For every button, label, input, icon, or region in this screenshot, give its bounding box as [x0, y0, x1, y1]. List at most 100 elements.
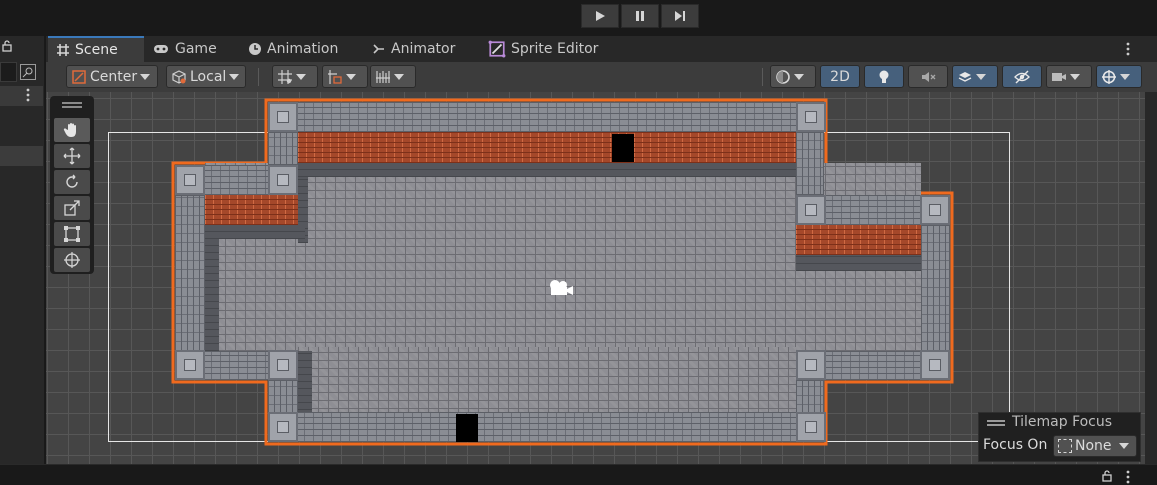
scene-view[interactable] [46, 92, 1145, 464]
gizmos-icon [1102, 69, 1116, 84]
effects-dropdown[interactable] [952, 65, 998, 88]
wall-corner [268, 165, 298, 195]
wall-corner [796, 102, 826, 132]
brick-wall [205, 195, 298, 225]
wall-shadow [796, 255, 922, 271]
toggle-2d-label: 2D [830, 68, 850, 85]
chevron-down-icon [976, 73, 986, 80]
animator-icon [373, 44, 384, 54]
toolbar-separator [762, 68, 763, 86]
wall-corner [920, 350, 950, 380]
wall-corner [796, 412, 826, 442]
gizmos-dropdown[interactable] [1096, 65, 1142, 88]
tab-label: Game [175, 41, 217, 57]
stone-wall-left [175, 195, 205, 351]
increment-snap-dropdown[interactable] [322, 65, 368, 88]
wall-corner [175, 350, 205, 380]
tab-animation[interactable]: Animation [240, 36, 348, 62]
grid-snap-dropdown[interactable] [272, 65, 318, 88]
toggle-2d-button[interactable]: 2D [820, 65, 860, 88]
stone-wall-bottom [268, 412, 824, 442]
move-tool-button[interactable] [54, 144, 90, 168]
move-arrows-icon [63, 147, 81, 165]
rotate-tool-button[interactable] [54, 170, 90, 194]
lock-icon[interactable] [2, 40, 12, 52]
tab-menu-icon[interactable] [1126, 42, 1130, 56]
wall-shadow [298, 163, 796, 177]
play-icon [596, 11, 605, 21]
selection-rect-icon [1058, 439, 1072, 453]
stone-wall [796, 132, 824, 195]
tab-label: Animator [391, 41, 456, 57]
layers-icon [958, 71, 972, 82]
grid-icon [57, 44, 69, 56]
increment-snap-icon [328, 69, 342, 84]
pause-button[interactable] [621, 4, 659, 28]
rect-tool-button[interactable] [54, 222, 90, 246]
editor-tab-bar: Scene Game Animation Animator Sprite Edi… [46, 36, 1157, 63]
hierarchy-panel [0, 36, 45, 464]
camera-gizmo-icon[interactable] [546, 278, 574, 298]
door-opening-top [612, 134, 634, 162]
chevron-down-icon [1118, 443, 1129, 449]
pivot-icon [72, 69, 86, 84]
tab-label: Sprite Editor [511, 41, 599, 57]
scale-tool-button[interactable] [54, 196, 90, 220]
chevron-down-icon [296, 73, 306, 80]
chevron-down-icon [1070, 73, 1080, 80]
tab-game[interactable]: Game [144, 36, 226, 62]
step-icon [675, 11, 685, 21]
view-tool-button[interactable] [54, 118, 90, 142]
hierarchy-row-selected[interactable] [0, 146, 43, 166]
drag-handle[interactable] [62, 102, 82, 104]
scene-visibility-icon[interactable] [20, 64, 36, 80]
drag-handle[interactable] [987, 420, 1005, 422]
lock-icon[interactable] [1102, 470, 1112, 482]
ruler-icon [376, 70, 390, 83]
focus-value: None [1075, 438, 1112, 454]
audio-toggle[interactable] [908, 65, 948, 88]
tilemap-focus-overlay: Tilemap Focus Focus On None [978, 412, 1141, 462]
pivot-space-dropdown[interactable]: Local [166, 65, 246, 88]
camera-icon [1052, 72, 1066, 81]
stone-wall [268, 132, 298, 165]
focus-on-label: Focus On [983, 437, 1048, 453]
tab-scene[interactable]: Scene [48, 36, 144, 62]
more-options-icon[interactable] [26, 88, 30, 102]
hierarchy-row[interactable] [0, 86, 43, 106]
draw-mode-dropdown[interactable] [770, 65, 816, 88]
tab-animator[interactable]: Animator [364, 36, 464, 62]
audio-mute-icon [922, 71, 936, 82]
wall-shadow [205, 225, 219, 351]
lighting-toggle[interactable] [864, 65, 904, 88]
transform-all-icon [64, 252, 80, 268]
stone-wall [268, 380, 298, 414]
tab-sprite-editor[interactable]: Sprite Editor [480, 36, 610, 62]
focus-on-dropdown[interactable]: None [1053, 435, 1137, 457]
search-field[interactable] [0, 62, 17, 82]
hand-icon [63, 123, 76, 137]
transform-tool-button[interactable] [54, 248, 90, 272]
scene-visibility-toggle[interactable] [1002, 65, 1042, 88]
camera-dropdown[interactable] [1046, 65, 1092, 88]
chevron-down-icon [1120, 73, 1130, 80]
ruler-snap-dropdown[interactable] [370, 65, 416, 88]
wall-corner [796, 350, 826, 380]
stone-wall-top [268, 102, 824, 132]
stone-wall-right [921, 225, 950, 351]
clock-icon [249, 43, 261, 55]
more-options-icon[interactable] [1126, 470, 1130, 484]
pivot-mode-dropdown[interactable]: Center [66, 65, 158, 88]
scene-toolbar: Center Local 2D [46, 62, 1157, 93]
scale-icon [64, 200, 80, 216]
wall-corner [920, 195, 950, 225]
brick-wall [298, 132, 796, 163]
wall-shadow [205, 225, 305, 239]
play-button[interactable] [581, 4, 619, 28]
chevron-down-icon [229, 73, 240, 80]
chevron-down-icon [346, 73, 356, 80]
bottom-panel-header [0, 464, 1157, 485]
step-button[interactable] [661, 4, 699, 28]
floor-tiles [298, 347, 796, 417]
cube-icon [172, 69, 186, 84]
